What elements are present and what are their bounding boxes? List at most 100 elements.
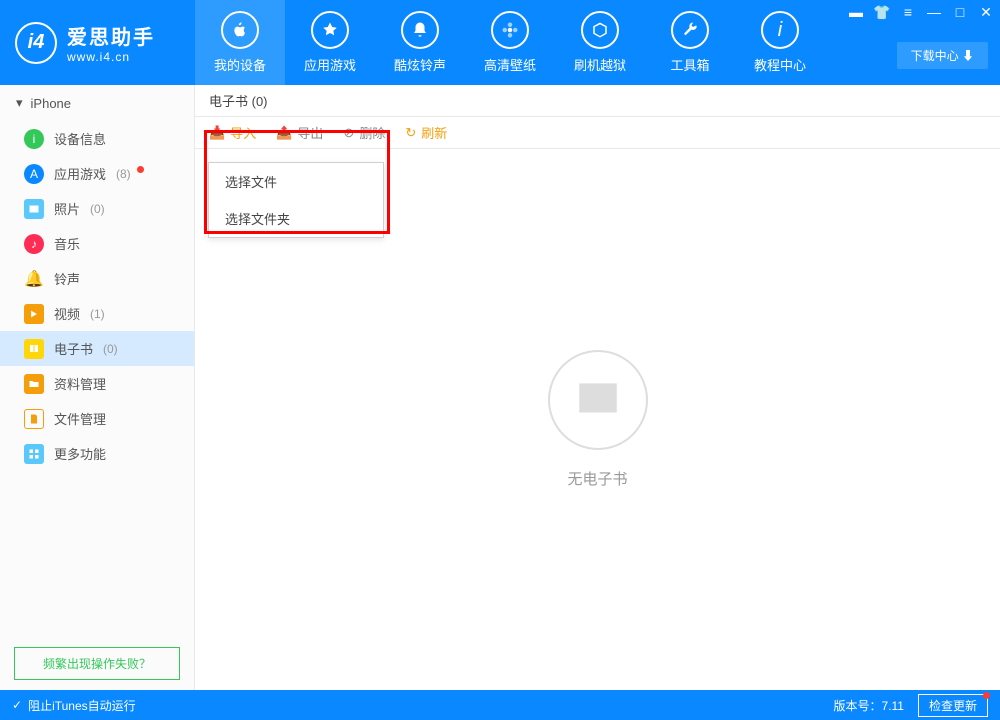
sidebar-item-label: 更多功能 [54,444,106,463]
refresh-button[interactable]: ↻ 刷新 [405,123,447,142]
sidebar-item-label: 设备信息 [54,129,106,148]
sidebar-item-count: (0) [103,342,118,356]
apps-icon: A [24,164,44,184]
sidebar-item-label: 音乐 [54,234,80,253]
feedback-icon[interactable]: ▬ [848,4,864,20]
box-icon [581,11,619,49]
device-selector[interactable]: ▾ iPhone [0,85,194,121]
nav-label: 高清壁纸 [484,55,536,74]
sidebar-item-files[interactable]: 文件管理 [0,401,194,436]
folder-icon [24,374,44,394]
sidebar-item-label: 资料管理 [54,374,106,393]
appstore-icon [311,11,349,49]
video-icon [24,304,44,324]
maximize-icon[interactable]: □ [952,4,968,20]
sidebar-item-data[interactable]: 资料管理 [0,366,194,401]
nav-label: 教程中心 [754,55,806,74]
sidebar-item-label: 应用游戏 [54,164,106,183]
import-icon: 📥 [209,125,225,141]
nav-ringtones[interactable]: 酷炫铃声 [375,0,465,85]
tab-ebooks[interactable]: 电子书 (0) [195,85,1000,117]
check-update-button[interactable]: 检查更新 [918,694,988,717]
chevron-down-icon: ▾ [16,95,23,111]
block-itunes-label: 阻止iTunes自动运行 [28,697,136,714]
sidebar-item-count: (0) [90,202,105,216]
flower-icon [491,11,529,49]
file-icon [24,409,44,429]
brand-name: 爱思助手 [67,21,155,50]
sidebar-item-label: 电子书 [54,339,93,358]
sidebar-item-label: 文件管理 [54,409,106,428]
minimize-icon[interactable]: — [926,4,942,20]
sidebar-item-videos[interactable]: 视频 (1) [0,296,194,331]
sidebar: ▾ iPhone i 设备信息 A 应用游戏 (8) 照片 (0) ♪ 音乐 [0,85,195,690]
import-dropdown: 选择文件 选择文件夹 [208,162,384,238]
sidebar-item-device-info[interactable]: i 设备信息 [0,121,194,156]
sidebar-item-label: 视频 [54,304,80,323]
sidebar-item-ringtones[interactable]: 🔔 铃声 [0,261,194,296]
check-icon: ✓ [12,698,22,712]
sidebar-item-label: 照片 [54,199,80,218]
dropdown-select-folder[interactable]: 选择文件夹 [209,200,383,237]
sidebar-item-apps[interactable]: A 应用游戏 (8) [0,156,194,191]
sidebar-item-label: 铃声 [54,269,80,288]
bell-icon: 🔔 [24,269,44,289]
info-icon: i [24,129,44,149]
delete-label: 删除 [359,123,385,142]
sidebar-item-ebooks[interactable]: 电子书 (0) [0,331,194,366]
sidebar-item-count: (1) [90,307,105,321]
music-icon: ♪ [24,234,44,254]
grid-icon [24,444,44,464]
window-controls: ▬ 👕 ≡ — □ ✕ [848,4,994,20]
refresh-icon: ↻ [405,125,416,141]
info-icon: i [761,11,799,49]
nav-label: 工具箱 [670,55,709,74]
nav-label: 刷机越狱 [574,55,626,74]
toolbar: 📥 导入 📤 导出 ⊘ 删除 ↻ 刷新 [195,117,1000,149]
sidebar-item-photos[interactable]: 照片 (0) [0,191,194,226]
delete-button[interactable]: ⊘ 删除 [343,123,385,142]
notification-dot-icon [983,692,990,699]
nav-toolbox[interactable]: 工具箱 [645,0,735,85]
nav-tutorials[interactable]: i 教程中心 [735,0,825,85]
header: i4 爱思助手 www.i4.cn 我的设备 应用游戏 酷炫铃声 高清壁纸 刷机… [0,0,1000,85]
refresh-label: 刷新 [421,123,447,142]
nav-label: 我的设备 [214,55,266,74]
import-button[interactable]: 📥 导入 [209,123,256,142]
menu-icon[interactable]: ≡ [900,4,916,20]
sidebar-item-more[interactable]: 更多功能 [0,436,194,471]
export-label: 导出 [297,123,323,142]
notification-dot-icon [137,166,144,173]
skin-icon[interactable]: 👕 [874,4,890,20]
nav-wallpapers[interactable]: 高清壁纸 [465,0,555,85]
export-icon: 📤 [276,125,292,141]
delete-icon: ⊘ [343,125,354,141]
brand-url: www.i4.cn [67,50,155,64]
sidebar-item-count: (8) [116,167,131,181]
version-text: 版本号：7.11 [834,697,904,714]
block-itunes-toggle[interactable]: ✓ 阻止iTunes自动运行 [12,697,136,714]
logo-icon: i4 [15,22,57,64]
update-label: 检查更新 [929,699,977,713]
sidebar-item-music[interactable]: ♪ 音乐 [0,226,194,261]
nav-flash[interactable]: 刷机越狱 [555,0,645,85]
close-icon[interactable]: ✕ [978,4,994,20]
help-button[interactable]: 频繁出现操作失败？ [14,647,180,680]
wrench-icon [671,11,709,49]
logo-text: 爱思助手 www.i4.cn [67,21,155,64]
import-label: 导入 [230,123,256,142]
device-name: iPhone [31,96,71,111]
bell-icon [401,11,439,49]
footer: ✓ 阻止iTunes自动运行 版本号：7.11 检查更新 [0,690,1000,720]
nav-apps[interactable]: 应用游戏 [285,0,375,85]
book-icon [24,339,44,359]
nav-my-device[interactable]: 我的设备 [195,0,285,85]
top-nav: 我的设备 应用游戏 酷炫铃声 高清壁纸 刷机越狱 工具箱 i 教程中心 [195,0,825,85]
export-button[interactable]: 📤 导出 [276,123,323,142]
logo-area: i4 爱思助手 www.i4.cn [0,21,195,64]
download-center-button[interactable]: 下载中心 ⬇ [897,42,988,69]
apple-icon [221,11,259,49]
dropdown-select-file[interactable]: 选择文件 [209,163,383,200]
nav-label: 酷炫铃声 [394,55,446,74]
empty-text: 无电子书 [567,468,627,489]
